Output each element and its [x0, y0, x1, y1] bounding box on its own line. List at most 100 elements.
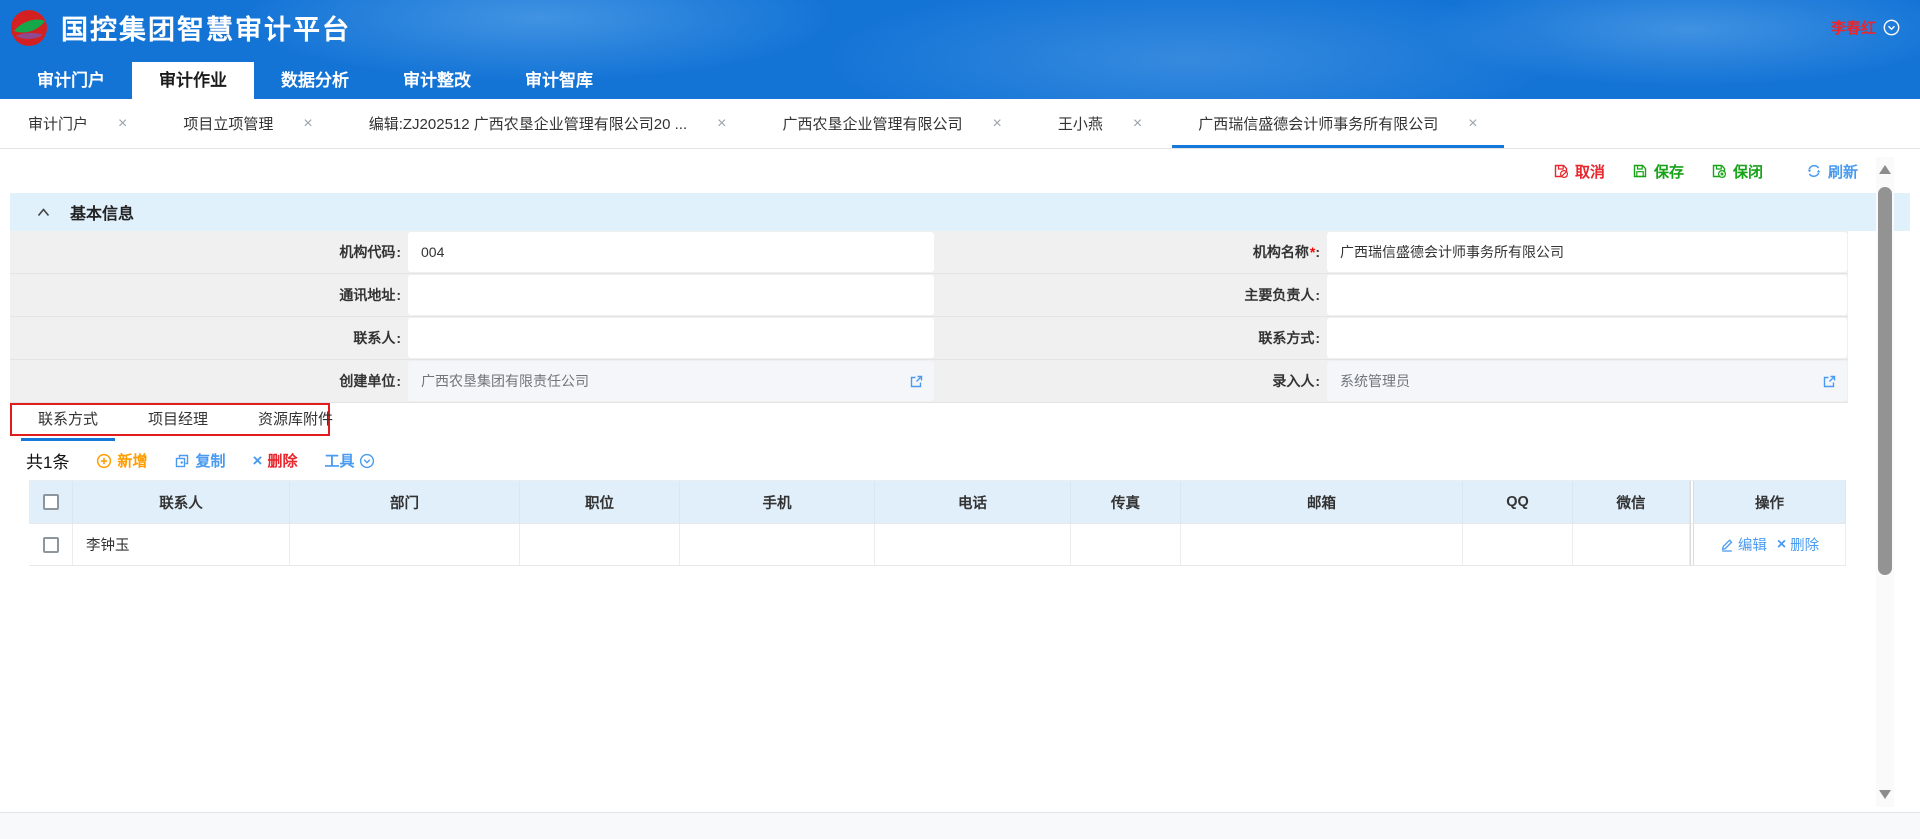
add-circle-icon	[96, 453, 112, 469]
address-label: 通讯地址	[10, 274, 407, 317]
nav-item-audit-rectify[interactable]: 审计整改	[376, 62, 498, 99]
tools-dropdown[interactable]: 工具	[324, 450, 375, 471]
save-icon	[1632, 163, 1648, 179]
contact-way-label: 联系方式	[935, 317, 1326, 360]
scroll-down-arrow[interactable]	[1879, 790, 1891, 799]
app-title: 国控集团智慧审计平台	[61, 8, 351, 47]
brand: 国控集团智慧审计平台	[10, 8, 351, 47]
row-checkbox[interactable]	[43, 537, 59, 553]
nav-item-data-analysis[interactable]: 数据分析	[254, 62, 376, 99]
cell-qq	[1463, 524, 1573, 566]
cell-contact: 李钟玉	[73, 524, 290, 566]
collapse-chevron-up-icon	[37, 208, 50, 217]
main-nav: 审计门户 审计作业 数据分析 审计整改 审计智库	[0, 55, 1920, 99]
nav-item-audit-work[interactable]: 审计作业	[132, 62, 254, 99]
row-select-cell	[29, 524, 73, 566]
save-close-button[interactable]: 保闭	[1711, 161, 1763, 182]
vertical-scrollbar	[1876, 157, 1894, 807]
tab-audit-portal[interactable]: 审计门户 ×	[0, 99, 155, 148]
close-icon[interactable]: ×	[118, 115, 127, 133]
contacts-table: 联系人 部门 职位 手机 电话 传真 邮箱 QQ 微信 操作 李钟玉	[29, 480, 1846, 566]
row-edit-link[interactable]: 编辑	[1720, 534, 1767, 555]
cell-email	[1181, 524, 1463, 566]
th-actions: 操作	[1694, 481, 1846, 524]
tab-strip: 审计门户 × 项目立项管理 × 编辑:ZJ202512 广西农垦企业管理有限公司…	[0, 99, 1920, 149]
principal-field[interactable]	[1326, 274, 1848, 317]
contact-way-field[interactable]	[1326, 317, 1848, 360]
external-link-icon[interactable]	[909, 374, 924, 389]
delete-x-icon: ×	[1777, 536, 1786, 554]
select-all-checkbox[interactable]	[43, 494, 59, 510]
principal-label: 主要负责人	[935, 274, 1326, 317]
select-all-cell	[29, 481, 73, 524]
close-icon[interactable]: ×	[993, 115, 1002, 133]
tab-accounting-firm[interactable]: 广西瑞信盛德会计师事务所有限公司 ×	[1170, 99, 1505, 148]
subtab-resource-attachments[interactable]: 资源库附件	[258, 403, 333, 441]
th-wechat: 微信	[1573, 481, 1690, 524]
table-row: 李钟玉 编辑	[29, 524, 1846, 566]
page-bottom-strip	[0, 812, 1920, 839]
table-header-row: 联系人 部门 职位 手机 电话 传真 邮箱 QQ 微信 操作	[29, 481, 1846, 524]
th-position: 职位	[520, 481, 680, 524]
main-content: 取消 保存 保闭	[0, 149, 1920, 812]
contact-label: 联系人	[10, 317, 407, 360]
save-close-icon	[1711, 163, 1727, 179]
delete-button[interactable]: × 删除	[253, 450, 298, 471]
close-icon[interactable]: ×	[303, 115, 312, 133]
refresh-icon	[1806, 163, 1822, 179]
org-name-label: 机构名称*	[935, 231, 1326, 274]
close-icon[interactable]: ×	[1468, 115, 1477, 133]
app-logo-icon	[10, 9, 48, 47]
th-department: 部门	[290, 481, 520, 524]
copy-button[interactable]: 复制	[174, 450, 225, 471]
cancel-save-icon	[1553, 163, 1569, 179]
cell-actions: 编辑 × 删除	[1694, 524, 1846, 566]
close-icon[interactable]: ×	[717, 115, 726, 133]
delete-x-icon: ×	[253, 451, 263, 471]
save-button[interactable]: 保存	[1632, 161, 1684, 182]
cell-position	[520, 524, 680, 566]
cell-fax	[1071, 524, 1181, 566]
cell-mobile	[680, 524, 875, 566]
org-code-label: 机构代码	[10, 231, 407, 274]
tab-project-approval[interactable]: 项目立项管理 ×	[155, 99, 340, 148]
cell-wechat	[1573, 524, 1690, 566]
user-menu[interactable]: 李春红	[1831, 17, 1900, 38]
form-action-bar: 取消 保存 保闭	[0, 149, 1920, 193]
basic-info-section-header[interactable]: 基本信息	[10, 193, 1910, 231]
close-icon[interactable]: ×	[1133, 115, 1142, 133]
th-mobile: 手机	[680, 481, 875, 524]
tab-edit-project[interactable]: 编辑:ZJ202512 广西农垦企业管理有限公司20 ... ×	[341, 99, 755, 148]
refresh-button[interactable]: 刷新	[1806, 161, 1858, 182]
basic-info-form: 机构代码 004 机构名称* 广西瑞信盛德会计师事务所有限公司 通讯地址 主要负…	[10, 231, 1910, 403]
edit-pencil-icon	[1720, 538, 1734, 552]
row-delete-link[interactable]: × 删除	[1777, 534, 1819, 555]
address-field[interactable]	[407, 274, 935, 317]
contact-field[interactable]	[407, 317, 935, 360]
subtab-contact-info[interactable]: 联系方式	[38, 403, 98, 441]
section-title: 基本信息	[70, 200, 134, 224]
add-button[interactable]: 新增	[96, 450, 147, 471]
th-qq: QQ	[1463, 481, 1573, 524]
scroll-up-arrow[interactable]	[1879, 165, 1891, 174]
th-email: 邮箱	[1181, 481, 1463, 524]
tab-person[interactable]: 王小燕 ×	[1030, 99, 1170, 148]
detail-sub-tabs: 联系方式 项目经理 资源库附件	[10, 403, 1910, 441]
org-name-field[interactable]: 广西瑞信盛德会计师事务所有限公司	[1326, 231, 1848, 274]
create-unit-label: 创建单位	[10, 360, 407, 403]
org-code-field[interactable]: 004	[407, 231, 935, 274]
subtab-project-manager[interactable]: 项目经理	[148, 403, 208, 441]
nav-item-audit-portal[interactable]: 审计门户	[10, 62, 132, 99]
app-header: 国控集团智慧审计平台 李春红 审计门户 审计作业 数据分析 审计整改 审计智库	[0, 0, 1920, 99]
record-count: 共1条	[26, 448, 69, 473]
grid-toolbar: 共1条 新增 复制 × 删除 工	[10, 441, 1910, 480]
cancel-button[interactable]: 取消	[1553, 161, 1605, 182]
nav-item-audit-knowledge[interactable]: 审计智库	[498, 62, 620, 99]
tab-company[interactable]: 广西农垦企业管理有限公司 ×	[754, 99, 1029, 148]
scrollbar-thumb[interactable]	[1878, 187, 1892, 575]
th-phone: 电话	[875, 481, 1071, 524]
th-contact: 联系人	[73, 481, 290, 524]
th-fax: 传真	[1071, 481, 1181, 524]
external-link-icon[interactable]	[1822, 374, 1837, 389]
chevron-down-circle-icon	[1883, 19, 1900, 36]
